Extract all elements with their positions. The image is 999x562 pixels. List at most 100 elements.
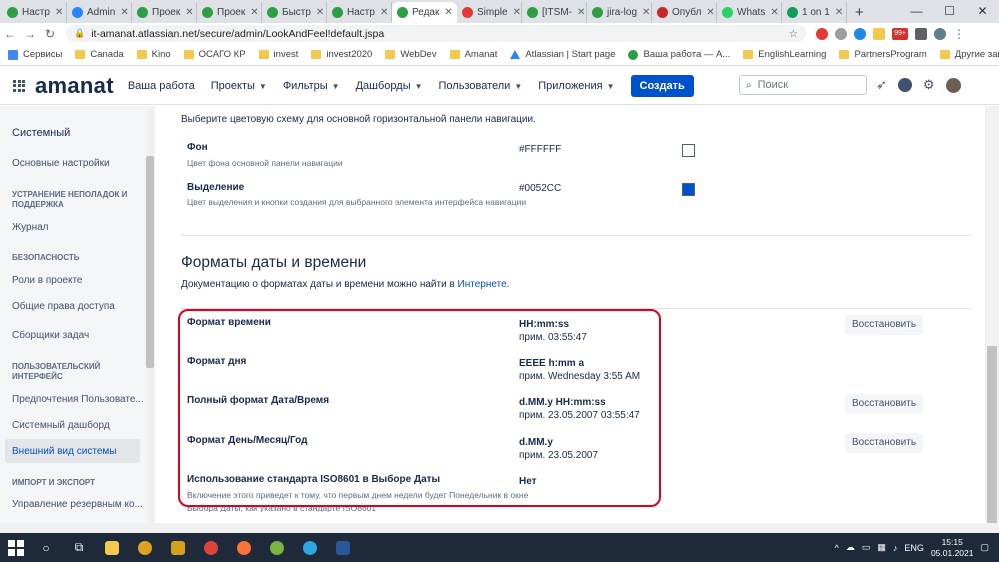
gear-icon[interactable]: ⚙ xyxy=(923,77,935,93)
clock[interactable]: 15:15 05.01.2021 xyxy=(931,537,974,559)
logo[interactable]: amanat xyxy=(35,73,114,99)
volume-icon[interactable]: ♪ xyxy=(893,543,898,553)
sidebar-item[interactable]: Сборщики задач xyxy=(12,330,89,341)
sidebar-item[interactable]: Общие права доступа xyxy=(12,301,115,312)
restore-button[interactable]: Восстановить xyxy=(845,394,924,414)
search-circle-icon[interactable]: ○ xyxy=(35,539,57,557)
restore-button[interactable]: Восстановить xyxy=(845,315,924,335)
sidebar-item[interactable]: Внешний вид системы xyxy=(12,446,116,457)
search-input[interactable]: ⌕ Поиск xyxy=(739,75,867,95)
doc-link[interactable]: Интернете xyxy=(458,279,507,290)
avatar[interactable] xyxy=(945,77,961,93)
restore-button[interactable]: Восстановить xyxy=(845,433,924,453)
tab-close-icon[interactable]: ✕ xyxy=(375,7,388,18)
bookmark-item[interactable]: invest2020 xyxy=(311,49,372,60)
nav-item[interactable]: Приложения ▼ xyxy=(538,80,614,92)
bookmark-item[interactable]: Kino xyxy=(136,49,171,60)
tab-close-icon[interactable]: ✕ xyxy=(701,7,714,18)
file-explorer-icon[interactable] xyxy=(101,539,123,557)
tab-close-icon[interactable]: ✕ xyxy=(115,7,128,18)
color-swatch-background[interactable] xyxy=(682,144,695,157)
browser-tab[interactable]: Редак ✕ xyxy=(392,2,457,23)
tab-close-icon[interactable]: ✕ xyxy=(765,7,778,18)
bookmark-item[interactable]: Сервисы xyxy=(8,49,62,60)
extension-icon[interactable] xyxy=(873,27,885,40)
color-swatch-highlight[interactable] xyxy=(682,183,695,196)
tray-chevron-icon[interactable]: ^ xyxy=(835,543,839,553)
sidebar-item[interactable]: Управление резервным ко... xyxy=(12,499,143,510)
bookmark-star-icon[interactable]: ☆ xyxy=(789,28,798,40)
browser-tab[interactable]: Быстр ✕ xyxy=(262,2,327,23)
nav-item[interactable]: Пользователи ▼ xyxy=(439,80,523,92)
close-window-icon[interactable]: ✕ xyxy=(966,0,999,23)
sidebar-item[interactable]: Основные настройки xyxy=(12,158,110,169)
bookmark-item[interactable]: ОСАГО КР xyxy=(183,49,246,60)
maximize-icon[interactable]: ☐ xyxy=(933,0,966,23)
browser-tab[interactable]: Admin ✕ xyxy=(67,2,132,23)
app-icon[interactable] xyxy=(167,539,189,557)
app-icon[interactable] xyxy=(266,539,288,557)
bookmark-item[interactable]: EnglishLearning xyxy=(743,49,826,60)
extension-badge[interactable]: 99+ xyxy=(892,27,908,40)
task-view-icon[interactable]: ⧉ xyxy=(68,539,90,557)
nav-item[interactable]: Фильтры ▼ xyxy=(283,80,340,92)
tab-close-icon[interactable]: ✕ xyxy=(572,7,585,18)
firefox-icon[interactable] xyxy=(233,539,255,557)
browser-tab[interactable]: jira-log ✕ xyxy=(587,2,652,23)
nav-item[interactable]: Проекты ▼ xyxy=(211,80,267,92)
nav-item[interactable]: Дашборды ▼ xyxy=(356,80,423,92)
forward-icon[interactable]: → xyxy=(20,27,40,41)
notification-icon[interactable]: ▢ xyxy=(980,542,989,553)
windows-start-icon[interactable] xyxy=(8,539,24,556)
language-indicator[interactable]: ENG xyxy=(904,543,924,553)
sidebar-item[interactable]: Предпочтения Пользовате... xyxy=(12,394,144,405)
new-tab-icon[interactable]: + xyxy=(847,2,872,23)
browser-tab[interactable]: Настр ✕ xyxy=(327,2,392,23)
horizontal-scrollbar[interactable] xyxy=(0,523,999,533)
bookmark-item[interactable]: WebDev xyxy=(385,49,437,60)
bookmark-item[interactable]: Canada xyxy=(75,49,124,60)
network-icon[interactable]: ▦ xyxy=(877,542,886,553)
bookmark-item[interactable]: Atlassian | Start page xyxy=(510,49,615,60)
tab-close-icon[interactable]: ✕ xyxy=(50,7,63,18)
chrome-icon[interactable] xyxy=(200,539,222,557)
browser-tab[interactable]: Whats ✕ xyxy=(717,2,782,23)
create-button[interactable]: Создать xyxy=(630,74,694,97)
word-icon[interactable] xyxy=(332,539,354,557)
sidebar-item[interactable]: Журнал xyxy=(12,222,49,233)
app-switcher-icon[interactable] xyxy=(13,79,25,92)
menu-kebab-icon[interactable]: ⋮ xyxy=(953,28,965,40)
other-bookmarks[interactable]: Другие закладки xyxy=(939,49,999,60)
sidebar-item[interactable]: Системный дашборд xyxy=(12,420,110,431)
extension-icon[interactable] xyxy=(854,27,866,40)
sidebar-item[interactable]: Роли в проекте xyxy=(12,275,82,286)
browser-tab[interactable]: Simple ✕ xyxy=(457,2,522,23)
address-bar[interactable]: 🔒 it-amanat.atlassian.net/secure/admin/L… xyxy=(66,25,806,42)
help-icon[interactable]: ? xyxy=(897,78,912,92)
puzzle-icon[interactable] xyxy=(915,27,927,40)
browser-tab[interactable]: [ITSM- ✕ xyxy=(522,2,587,23)
bookmark-item[interactable]: PartnersProgram xyxy=(839,49,927,60)
browser-tab[interactable]: 1 on 1 ✕ xyxy=(782,2,847,23)
tab-close-icon[interactable]: ✕ xyxy=(439,7,452,18)
browser-tab[interactable]: Опубл ✕ xyxy=(652,2,717,23)
back-icon[interactable]: ← xyxy=(0,27,20,41)
bookmark-item[interactable]: Amanat xyxy=(449,49,497,60)
profile-avatar[interactable] xyxy=(934,27,946,40)
extension-icon[interactable] xyxy=(816,27,828,40)
minimize-icon[interactable]: — xyxy=(900,0,933,23)
sidebar-scrollbar[interactable] xyxy=(146,156,154,368)
reload-icon[interactable]: ↻ xyxy=(40,27,60,41)
page-scrollbar[interactable] xyxy=(987,346,997,523)
notifications-rocket-icon[interactable]: ➶ xyxy=(876,77,887,93)
tab-close-icon[interactable]: ✕ xyxy=(830,7,843,18)
tab-close-icon[interactable]: ✕ xyxy=(245,7,258,18)
tab-close-icon[interactable]: ✕ xyxy=(637,7,650,18)
app-icon[interactable] xyxy=(134,539,156,557)
bookmark-item[interactable]: invest xyxy=(258,49,298,60)
browser-tab[interactable]: Настр ✕ xyxy=(2,2,67,23)
telegram-icon[interactable] xyxy=(299,539,321,557)
tab-close-icon[interactable]: ✕ xyxy=(311,7,324,18)
display-icon[interactable]: ▭ xyxy=(862,542,871,553)
tab-close-icon[interactable]: ✕ xyxy=(508,7,521,18)
